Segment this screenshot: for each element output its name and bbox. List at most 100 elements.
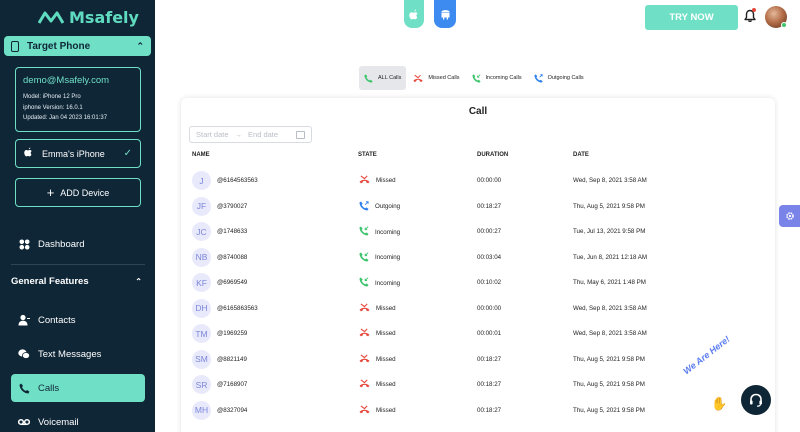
call-state: Incoming bbox=[359, 277, 400, 289]
call-date: Wed, Sep 8, 2021 3:58 AM bbox=[573, 304, 647, 312]
selected-device-item[interactable]: Emma's iPhone ✓ bbox=[15, 139, 141, 168]
table-row[interactable]: JC @1748633 Incoming 00:00:27 Tue, Jul 13, 2… bbox=[181, 220, 775, 245]
general-features-header[interactable]: General Features ⌃ bbox=[11, 276, 145, 287]
table-row[interactable]: J @6164563563 Missed 00:00:00 Wed, Sep 8, 20… bbox=[181, 169, 775, 194]
phone-device-icon bbox=[11, 40, 19, 52]
table-row[interactable]: SR @7168907 Missed 00:18:27 Thu, Aug 5, 2021… bbox=[181, 373, 775, 398]
call-state-label: Incoming bbox=[375, 228, 401, 236]
call-state: Incoming bbox=[359, 226, 400, 238]
tab-all-calls[interactable]: ALL Calls bbox=[359, 66, 407, 90]
table-row[interactable]: DH @6165863563 Missed 00:00:00 Wed, Sep 8, 2… bbox=[181, 297, 775, 322]
contact-number: @8740088 bbox=[217, 253, 248, 261]
call-state-label: Missed bbox=[376, 381, 396, 388]
sidebar-item-dashboard[interactable]: Dashboard bbox=[11, 230, 145, 258]
contact-number: @6969549 bbox=[217, 279, 248, 286]
gear-icon bbox=[785, 212, 794, 220]
section-label: General Features bbox=[11, 276, 89, 287]
msafely-logo-icon bbox=[38, 11, 64, 24]
tab-label: ALL Calls bbox=[378, 75, 402, 81]
device-email: demo@Msafely.com bbox=[23, 75, 110, 86]
sidebar-item-voicemail[interactable]: Voicemail bbox=[11, 408, 145, 432]
support-chat-button[interactable] bbox=[741, 385, 771, 415]
call-duration: 00:18:27 bbox=[477, 202, 502, 210]
call-state-label: Outgoing bbox=[375, 203, 401, 210]
missed-call-icon bbox=[359, 404, 370, 416]
platform-tab-android[interactable] bbox=[434, 0, 456, 28]
phone-icon bbox=[18, 382, 30, 394]
column-header-date[interactable]: DATE bbox=[573, 152, 589, 158]
sidebar-divider bbox=[11, 264, 145, 265]
column-header-duration[interactable]: DURATION bbox=[477, 152, 508, 158]
tab-incoming-calls[interactable]: Incoming Calls bbox=[467, 66, 527, 90]
chat-icon bbox=[18, 348, 30, 360]
contacts-icon bbox=[18, 314, 30, 326]
call-date: Thu, Aug 5, 2021 9:58 PM bbox=[573, 202, 645, 210]
add-device-button[interactable]: + ADD Device bbox=[15, 178, 141, 207]
column-header-state[interactable]: STATE bbox=[358, 152, 377, 158]
chevron-up-icon: ⌃ bbox=[135, 277, 142, 286]
call-duration: 00:18:27 bbox=[477, 355, 502, 363]
contact-avatar: SM bbox=[192, 349, 211, 369]
call-state: Missed bbox=[359, 302, 396, 314]
start-date-input[interactable]: Start date bbox=[196, 130, 229, 139]
call-date: Tue, Jul 13, 2021 9:58 PM bbox=[573, 228, 646, 235]
target-phone-toggle[interactable]: Target Phone ⌃ bbox=[4, 36, 151, 56]
selected-device-name: Emma's iPhone bbox=[42, 148, 105, 159]
outgoing-call-icon bbox=[359, 200, 369, 213]
settings-float-button[interactable] bbox=[779, 205, 800, 227]
tab-label: Incoming Calls bbox=[485, 75, 522, 81]
contact-avatar: KF bbox=[192, 273, 211, 292]
incoming-call-icon bbox=[359, 251, 369, 264]
calendar-icon bbox=[296, 130, 305, 139]
call-date: Tue, Jun 8, 2021 12:18 AM bbox=[573, 253, 648, 261]
notification-dot bbox=[752, 8, 756, 12]
missed-call-icon bbox=[359, 379, 370, 390]
brand-logo[interactable]: Msafely bbox=[38, 8, 139, 27]
call-state-label: Missed bbox=[376, 304, 396, 312]
call-date: Thu, May 6, 2021 1:48 PM bbox=[573, 279, 646, 286]
device-info-card: demo@Msafely.com Model: iPhone 12 Pro ip… bbox=[15, 67, 141, 132]
contact-number: @6164563563 bbox=[217, 177, 258, 184]
call-state-label: Incoming bbox=[375, 279, 401, 287]
table-row[interactable]: JF @3790027 Outgoing 00:18:27 Thu, Aug 5, 20… bbox=[181, 195, 775, 220]
missed-call-icon bbox=[413, 74, 423, 82]
table-row[interactable]: KF @6969549 Incoming 00:10:02 Thu, May 6, 20… bbox=[181, 271, 775, 296]
target-phone-label: Target Phone bbox=[27, 40, 91, 52]
call-state: Incoming bbox=[359, 251, 400, 264]
sidebar-item-contacts[interactable]: Contacts bbox=[11, 306, 145, 334]
call-filter-tabs: ALL Calls Missed Calls Incoming Calls Ou… bbox=[359, 66, 591, 90]
tab-missed-calls[interactable]: Missed Calls bbox=[408, 66, 464, 90]
device-version: iphone Version: 16.0.1 bbox=[23, 104, 83, 111]
outgoing-call-icon bbox=[534, 73, 543, 83]
date-range-picker[interactable]: Start date → End date bbox=[189, 126, 312, 143]
try-now-button[interactable]: TRY NOW bbox=[645, 5, 738, 30]
contact-number: @6165863563 bbox=[217, 304, 258, 312]
table-row[interactable]: MH @8327094 Missed 00:18:27 Thu, Aug 5, 2021… bbox=[181, 399, 775, 424]
missed-call-icon bbox=[359, 302, 370, 314]
chevron-up-icon: ⌃ bbox=[136, 40, 144, 51]
sidebar-item-calls[interactable]: Calls bbox=[11, 374, 145, 402]
sidebar-item-text-messages[interactable]: Text Messages bbox=[11, 340, 145, 368]
table-row[interactable]: TM @1969259 Missed 00:00:01 Wed, Sep 8, 2021… bbox=[181, 322, 775, 347]
sidebar-item-label: Voicemail bbox=[38, 416, 79, 428]
contact-avatar: DH bbox=[192, 298, 211, 318]
column-header-name[interactable]: NAME bbox=[192, 152, 210, 158]
device-updated: Updated: Jan 04 2023 16:01:37 bbox=[23, 115, 108, 121]
call-state-label: Missed bbox=[376, 177, 396, 184]
end-date-input[interactable]: End date bbox=[248, 130, 278, 139]
call-duration: 00:18:27 bbox=[477, 381, 502, 388]
add-device-label: ADD Device bbox=[60, 187, 110, 198]
plus-icon: + bbox=[46, 185, 55, 200]
platform-tab-ios[interactable] bbox=[404, 0, 424, 28]
contact-avatar: JC bbox=[192, 222, 211, 241]
call-state: Missed bbox=[359, 404, 396, 416]
online-status-dot bbox=[781, 22, 787, 28]
incoming-call-icon bbox=[471, 73, 481, 83]
table-row[interactable]: NB @8740088 Incoming 00:03:04 Tue, Jun 8, 20… bbox=[181, 246, 775, 271]
brand-name: Msafely bbox=[69, 8, 139, 27]
apple-icon bbox=[409, 9, 418, 19]
phone-icon bbox=[364, 73, 373, 83]
call-state: Missed bbox=[359, 353, 396, 365]
tab-outgoing-calls[interactable]: Outgoing Calls bbox=[529, 66, 589, 90]
call-duration: 00:00:00 bbox=[477, 304, 502, 312]
